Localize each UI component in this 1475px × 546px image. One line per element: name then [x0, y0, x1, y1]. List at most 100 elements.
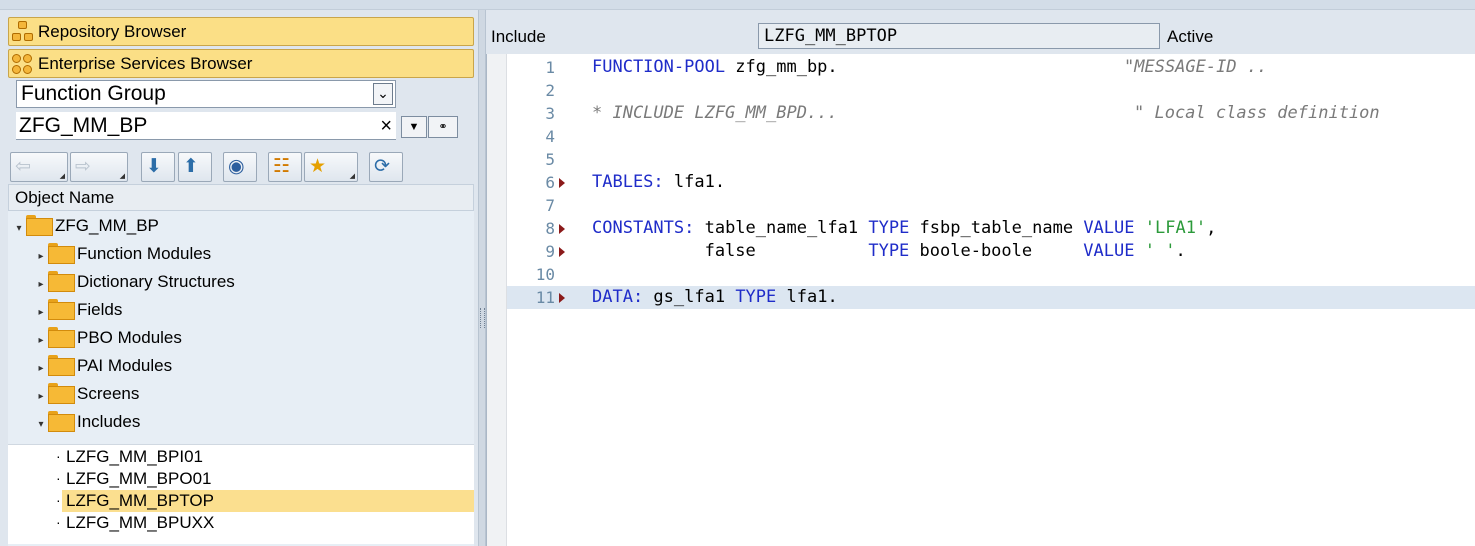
line-number: 4 — [545, 127, 555, 146]
breakpoint-marker-icon[interactable] — [559, 178, 565, 188]
include-name-field[interactable]: LZFG_MM_BPTOP — [758, 23, 1160, 49]
collapsed-icon: ▸ — [38, 363, 44, 374]
include-item[interactable]: LZFG_MM_BPUXX — [62, 512, 218, 534]
code-line[interactable]: 5 — [507, 148, 1475, 171]
line-number: 10 — [535, 265, 555, 284]
enterprise-services-browser-button[interactable]: Enterprise Services Browser — [8, 49, 474, 78]
collapsed-icon: ▸ — [38, 307, 44, 318]
code-comment: "MESSAGE-ID .. — [1124, 57, 1268, 77]
display-button[interactable]: ⚭ — [428, 116, 458, 138]
expanded-icon: ▾ — [16, 223, 22, 234]
collapse-all-button[interactable]: ⬆ — [178, 152, 212, 182]
back-icon: ⇦ — [15, 156, 31, 177]
tree-folder-node-includes[interactable]: ▾ Includes — [34, 409, 140, 435]
triangle-down-icon: ▼ — [408, 121, 420, 133]
navigator-toolbar: ⇦ ◢ ⇨ ◢ ⬇ ⬆ ◉ ☷ ★ ◢ ⟳ — [8, 152, 474, 184]
folder-icon — [48, 243, 75, 264]
collapsed-icon: ▸ — [38, 251, 44, 262]
expanded-icon: ▾ — [38, 419, 44, 430]
code-line[interactable]: 8 CONSTANTS: table_name_lfa1 TYPE fsbp_t… — [507, 217, 1475, 240]
splitter-grip-icon — [480, 308, 485, 328]
code-line[interactable]: 2 — [507, 79, 1475, 102]
collapse-all-icon: ⬆ — [183, 156, 199, 177]
editor-header: Include LZFG_MM_BPTOP Active — [486, 10, 1475, 54]
dropdown-button[interactable]: ▼ — [401, 116, 427, 138]
tree-folder-node[interactable]: ▸ Fields — [34, 297, 122, 323]
refresh-icon: ⟳ — [374, 156, 390, 177]
line-number: 11 — [535, 288, 555, 307]
hierarchy-add-button[interactable]: ☷ — [268, 152, 302, 182]
tree-folder-node[interactable]: ▸ PBO Modules — [34, 325, 182, 351]
repository-browser-button[interactable]: Repository Browser — [8, 17, 474, 46]
tree-folder-label: PBO Modules — [77, 328, 182, 347]
code-line[interactable]: 4 — [507, 125, 1475, 148]
abap-editor[interactable]: 1 FUNCTION-POOL zfg_mm_bp. "MESSAGE-ID .… — [486, 54, 1475, 546]
tree-folder-node[interactable]: ▸ Dictionary Structures — [34, 269, 235, 295]
code-line-current[interactable]: 11 DATA: gs_lfa1 TYPE lfa1. — [507, 286, 1475, 309]
repository-browser-label: Repository Browser — [38, 21, 187, 41]
code-comment: * INCLUDE LZFG_MM_BPD... — [592, 103, 838, 123]
refresh-button[interactable]: ⟳ — [369, 152, 403, 182]
object-tree: ▾ ZFG_MM_BP ▸ Function Modules ▸ Dictionary… — [8, 211, 474, 546]
object-name-value: ZFG_MM_BP — [19, 114, 148, 137]
tree-folder-label: Screens — [77, 384, 140, 403]
folder-icon — [48, 271, 75, 292]
include-label: Include — [491, 27, 546, 46]
breakpoint-marker-icon[interactable] — [559, 247, 565, 257]
tree-root-node[interactable]: ▾ ZFG_MM_BP — [12, 213, 159, 239]
code-line[interactable]: 3 * INCLUDE LZFG_MM_BPD... " Local class… — [507, 102, 1475, 125]
line-number: 1 — [545, 58, 555, 77]
forward-button[interactable]: ⇨ ◢ — [70, 152, 128, 182]
binoculars-icon: ◉ — [228, 156, 245, 177]
enterprise-services-browser-label: Enterprise Services Browser — [38, 53, 253, 73]
object-navigator: Repository Browser Enterprise Services B… — [0, 10, 478, 546]
expand-all-icon: ⬇ — [146, 156, 162, 177]
hierarchy-icon — [12, 20, 34, 43]
breakpoint-marker-icon[interactable] — [559, 224, 565, 234]
line-number: 5 — [545, 150, 555, 169]
collapsed-icon: ▸ — [38, 279, 44, 290]
code-line[interactable]: 10 — [507, 263, 1475, 286]
back-button[interactable]: ⇦ ◢ — [10, 152, 68, 182]
breakpoint-marker-icon[interactable] — [559, 293, 565, 303]
include-item[interactable]: LZFG_MM_BPI01 — [62, 446, 207, 468]
line-number: 7 — [545, 196, 555, 215]
code-line[interactable]: 7 — [507, 194, 1475, 217]
tree-folder-label: Includes — [77, 412, 141, 431]
glasses-icon: ⚭ — [438, 121, 448, 133]
chevron-down-icon[interactable]: ⌄ — [373, 83, 393, 105]
tree-folder-node[interactable]: ▸ PAI Modules — [34, 353, 172, 379]
services-icon — [12, 53, 34, 75]
tree-folder-node[interactable]: ▸ Screens — [34, 381, 139, 407]
folder-icon — [48, 411, 75, 432]
folder-icon — [26, 215, 53, 236]
folder-icon — [48, 383, 75, 404]
line-number: 2 — [545, 81, 555, 100]
code-line[interactable]: 9 false TYPE boole-boole VALUE ' '. — [507, 240, 1475, 263]
line-number: 9 — [545, 242, 555, 261]
forward-icon: ⇨ — [75, 156, 91, 177]
tree-folder-node[interactable]: ▸ Function Modules — [34, 241, 211, 267]
object-type-value: Function Group — [21, 82, 166, 105]
pane-splitter[interactable] — [478, 10, 486, 546]
find-button[interactable]: ◉ — [223, 152, 257, 182]
folder-icon — [48, 327, 75, 348]
code-line[interactable]: 6 TABLES: lfa1. — [507, 171, 1475, 194]
code-comment: " Local class definition — [1134, 103, 1380, 123]
object-type-select[interactable]: Function Group ⌄ — [16, 80, 396, 108]
expand-all-button[interactable]: ⬇ — [141, 152, 175, 182]
clear-icon[interactable]: × — [380, 112, 392, 140]
line-number: 8 — [545, 219, 555, 238]
code-line[interactable]: 1 FUNCTION-POOL zfg_mm_bp. "MESSAGE-ID .… — [507, 56, 1475, 79]
include-item-selected[interactable]: LZFG_MM_BPTOP — [62, 490, 474, 512]
collapsed-icon: ▸ — [38, 391, 44, 402]
tree-folder-label: Dictionary Structures — [77, 272, 235, 291]
tree-root-label: ZFG_MM_BP — [55, 216, 159, 235]
favorites-button[interactable]: ★ ◢ — [304, 152, 358, 182]
object-name-input[interactable]: ZFG_MM_BP × — [16, 112, 396, 140]
include-item[interactable]: LZFG_MM_BPO01 — [62, 468, 216, 490]
tree-folder-label: Function Modules — [77, 244, 212, 263]
collapsed-icon: ▸ — [38, 335, 44, 346]
folder-icon — [48, 299, 75, 320]
line-number: 6 — [545, 173, 555, 192]
